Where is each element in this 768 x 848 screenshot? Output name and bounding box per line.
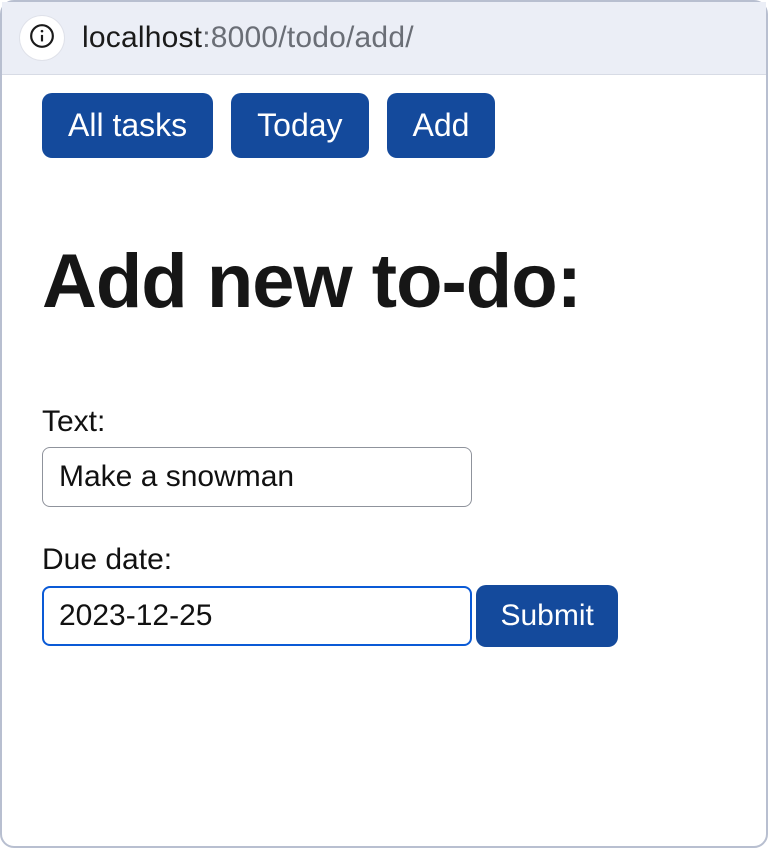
text-field-label: Text: [42,405,726,439]
info-icon [29,23,55,54]
site-info-button[interactable] [20,16,64,60]
page-content: All tasks Today Add Add new to-do: Text:… [2,75,766,704]
due-date-field-label: Due date: [42,543,726,577]
url-path: :8000/todo/add/ [202,21,414,54]
nav-add-button[interactable]: Add [387,93,496,158]
submit-button[interactable]: Submit [476,585,617,647]
nav-tabs: All tasks Today Add [42,93,726,158]
nav-all-tasks-button[interactable]: All tasks [42,93,213,158]
due-date-field[interactable] [42,586,472,646]
add-todo-form: Text: Due date: Submit [42,405,726,664]
url-text[interactable]: localhost:8000/todo/add/ [82,21,414,55]
browser-address-bar: localhost:8000/todo/add/ [2,2,766,75]
page-title: Add new to-do: [42,238,726,325]
text-field[interactable] [42,447,472,507]
url-host: localhost [82,21,202,54]
nav-today-button[interactable]: Today [231,93,368,158]
